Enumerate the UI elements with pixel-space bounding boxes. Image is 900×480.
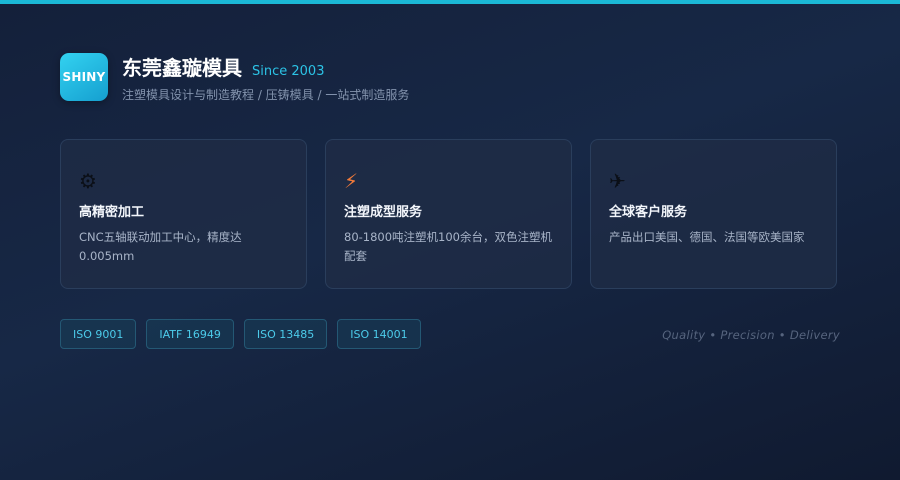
company-name: 东莞鑫璇模具 <box>122 56 242 80</box>
header: SHINY 东莞鑫璇模具 Since 2003 注塑模具设计与制造教程 / 压铸… <box>60 53 409 104</box>
company-logo: SHINY <box>60 53 108 101</box>
gear-icon: ⚙ <box>79 169 97 193</box>
badge-iso-13485: ISO 13485 <box>243 319 328 349</box>
feature-card-description: CNC五轴联动加工中心，精度达0.005mm <box>79 230 242 263</box>
logo-text: SHINY <box>62 70 106 84</box>
feature-card-description: 80-1800吨注塑机100余台，双色注塑机配套 <box>344 230 552 263</box>
company-motto: Quality • Precision • Delivery <box>662 328 840 342</box>
brand-row: 东莞鑫璇模具 Since 2003 <box>122 53 409 85</box>
badge-iso-9001: ISO 9001 <box>60 319 137 349</box>
brand-block: 东莞鑫璇模具 Since 2003 注塑模具设计与制造教程 / 压铸模具 / 一… <box>122 53 409 104</box>
feature-card-title: 高精密加工 <box>79 205 145 220</box>
top-accent-bar <box>0 0 900 4</box>
feature-cards: ⚙ 高精密加工 CNC五轴联动加工中心，精度达0.005mm ⚡ 注塑成型服务 … <box>60 139 837 289</box>
airplane-icon: ✈ <box>609 169 626 193</box>
since-label: Since 2003 <box>252 64 325 79</box>
badge-iatf-16949: IATF 16949 <box>146 319 234 349</box>
lightning-icon: ⚡ <box>344 169 359 193</box>
feature-card-title: 注塑成型服务 <box>344 205 423 220</box>
company-tagline: 注塑模具设计与制造教程 / 压铸模具 / 一站式制造服务 <box>122 88 410 102</box>
feature-card-global: ✈ 全球客户服务 产品出口美国、德国、法国等欧美国家 <box>590 139 837 289</box>
feature-card-precision: ⚙ 高精密加工 CNC五轴联动加工中心，精度达0.005mm <box>60 139 307 289</box>
feature-card-title: 全球客户服务 <box>609 205 688 220</box>
feature-card-injection: ⚡ 注塑成型服务 80-1800吨注塑机100余台，双色注塑机配套 <box>325 139 572 289</box>
feature-card-description: 产品出口美国、德国、法国等欧美国家 <box>609 230 805 244</box>
certification-badges: ISO 9001 IATF 16949 ISO 13485 ISO 14001 <box>60 319 431 349</box>
badge-iso-14001: ISO 14001 <box>337 319 421 349</box>
